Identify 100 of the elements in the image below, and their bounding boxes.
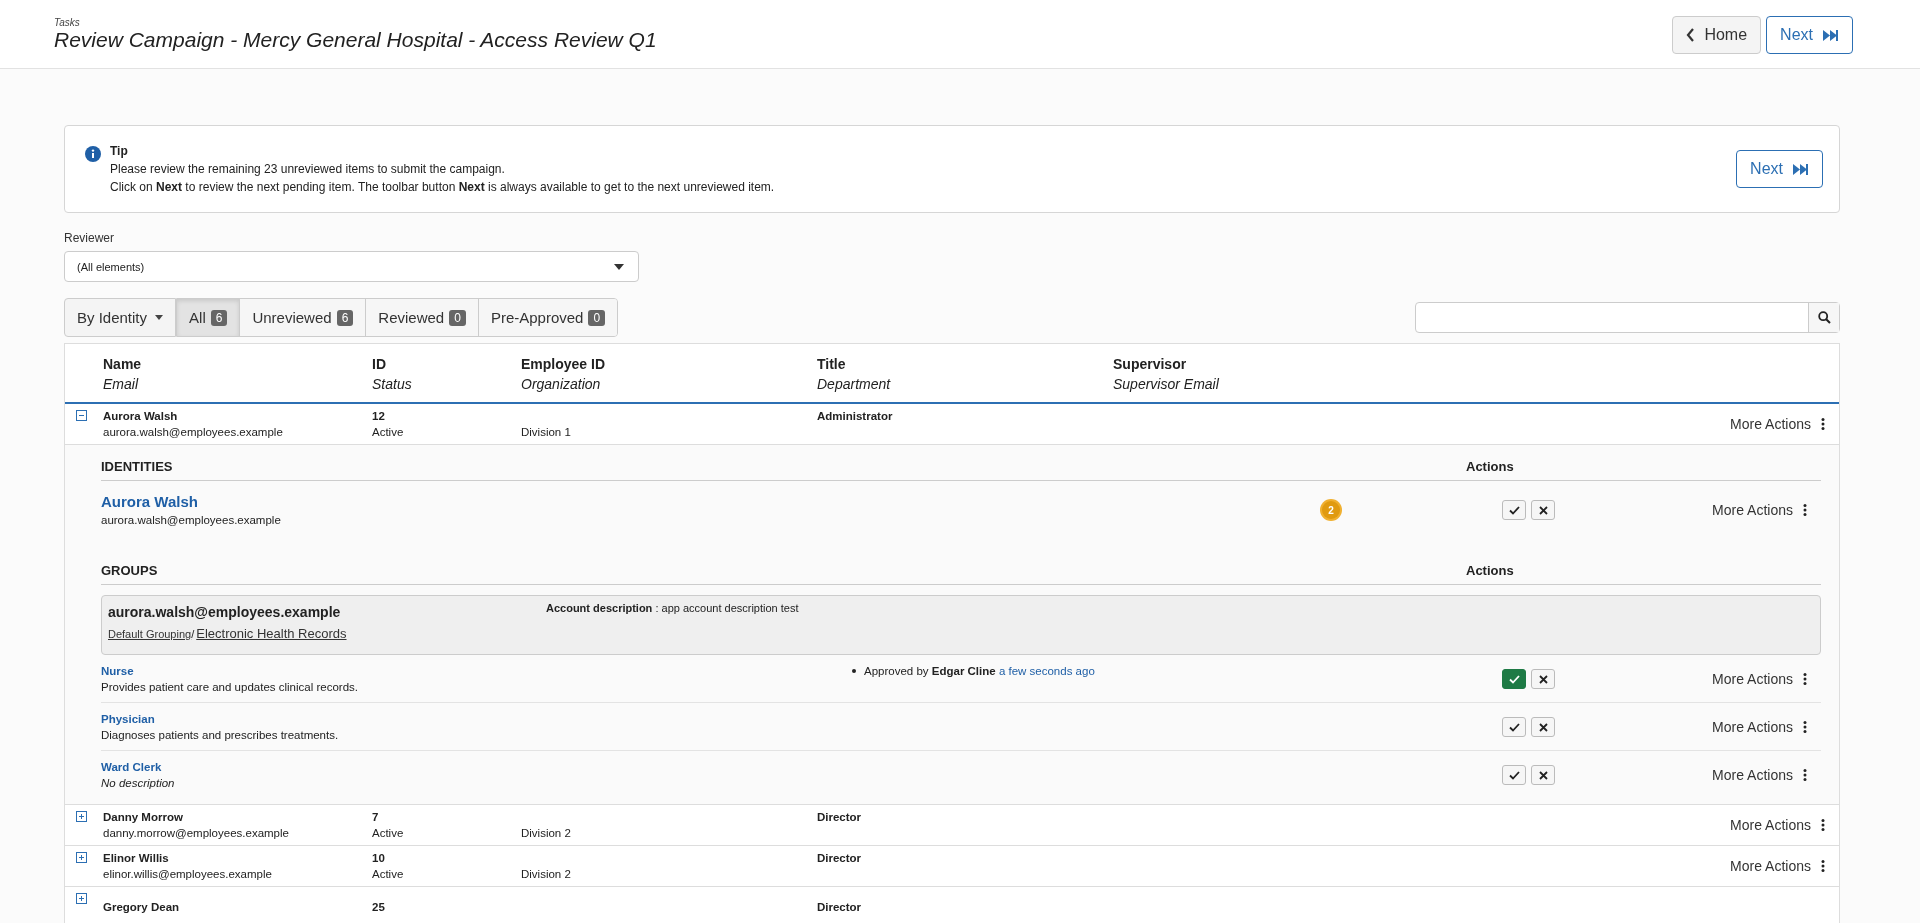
entitlement-description: Provides patient care and updates clinical records. xyxy=(101,680,359,695)
expand-icon[interactable] xyxy=(76,893,87,904)
tip-title: Tip xyxy=(110,143,129,160)
reject-button[interactable] xyxy=(1531,765,1556,785)
identity-status: Active xyxy=(372,424,405,440)
identity-name: Danny Morrow xyxy=(103,809,184,825)
identity-status: Active xyxy=(372,866,405,882)
check-icon xyxy=(1508,674,1520,684)
home-button[interactable]: Home xyxy=(1672,16,1762,54)
column-header: Title xyxy=(817,355,847,374)
kebab-icon xyxy=(1803,504,1807,516)
count-badge: 0 xyxy=(588,309,606,326)
reject-button[interactable] xyxy=(1531,717,1556,737)
column-subheader: Department xyxy=(817,375,892,394)
identity-name: Elinor Willis xyxy=(103,850,170,866)
column-subheader: Status xyxy=(372,375,413,394)
check-icon xyxy=(1508,722,1520,732)
approve-button[interactable] xyxy=(1502,500,1527,520)
identity-email: aurora.walsh@employees.example xyxy=(101,513,282,528)
column-subheader: Supervisor Email xyxy=(1113,375,1220,394)
filter-tab[interactable]: Reviewed 0 xyxy=(365,299,478,336)
entitlement-link[interactable]: Physician xyxy=(101,713,155,725)
column-subheader: Organization xyxy=(521,375,602,394)
count-badge: 6 xyxy=(336,309,354,326)
more-actions-button[interactable]: More Actions xyxy=(1730,816,1825,833)
caret-icon xyxy=(155,315,164,320)
close-icon xyxy=(1538,505,1548,515)
actions-heading: Actions xyxy=(1466,563,1515,578)
entitlement-description: Diagnoses patients and prescribes treatments. xyxy=(101,728,340,743)
reject-button[interactable] xyxy=(1531,500,1556,520)
identity-email: danny.morrow@employees.example xyxy=(103,825,290,841)
more-actions-button[interactable]: More Actions xyxy=(1730,415,1825,432)
identity-email: aurora.walsh@employees.example xyxy=(103,424,284,440)
account-description: : app account description test xyxy=(655,602,799,614)
column-header: Name xyxy=(103,355,143,374)
close-icon xyxy=(1538,674,1548,684)
expand-icon[interactable] xyxy=(76,852,87,863)
identity-link[interactable]: Aurora Walsh xyxy=(101,493,198,510)
more-actions-button[interactable]: More Actions xyxy=(1712,767,1807,783)
approve-button[interactable] xyxy=(1502,717,1527,737)
more-actions-button[interactable]: More Actions xyxy=(1712,719,1807,735)
kebab-icon xyxy=(1821,859,1825,872)
page-title: Review Campaign - Mercy General Hospital - Access Review Q1 xyxy=(54,28,657,52)
identity-organization: Division 1 xyxy=(521,424,572,440)
identity-name: Gregory Dean xyxy=(103,899,181,915)
fast-forward-icon xyxy=(1792,162,1809,176)
search-icon xyxy=(1817,311,1831,324)
more-actions-button[interactable]: More Actions xyxy=(1712,671,1807,687)
next-button[interactable]: Next xyxy=(1736,150,1823,188)
application-link[interactable]: Electronic Health Records xyxy=(196,626,347,641)
section-heading: GROUPS xyxy=(101,563,159,578)
caret-icon xyxy=(614,263,624,270)
close-icon xyxy=(1538,770,1548,780)
identity-email: elinor.willis@employees.example xyxy=(103,866,273,882)
reviewer-dropdown[interactable]: (All elements) xyxy=(64,251,639,282)
approval-note: Approved by Edgar Cline a few seconds ago xyxy=(864,664,1095,679)
entitlement-link[interactable]: Ward Clerk xyxy=(101,761,162,773)
reject-button[interactable] xyxy=(1531,669,1556,689)
expand-icon[interactable] xyxy=(76,811,87,822)
time-link[interactable]: a few seconds ago xyxy=(998,665,1095,677)
filter-tab[interactable]: Unreviewed 6 xyxy=(239,299,366,336)
close-icon xyxy=(1538,722,1548,732)
check-icon xyxy=(1508,505,1520,515)
identity-organization: Division 2 xyxy=(521,866,572,882)
kebab-icon xyxy=(1821,417,1825,430)
account-name: aurora.walsh@employees.example xyxy=(108,603,342,622)
count-badge: 6 xyxy=(210,309,228,326)
tip-text: Click on Next to review the next pending item. The toolbar button Next is always available to get to the next unreviewed item. xyxy=(110,179,776,196)
tip-text: Please review the remaining 23 unreviewed items to submit the campaign. xyxy=(110,161,506,178)
grouping-dropdown[interactable]: By Identity xyxy=(64,298,177,337)
more-actions-button[interactable]: More Actions xyxy=(1730,857,1825,874)
kebab-icon xyxy=(1803,721,1807,733)
grouping-link[interactable]: Default Grouping xyxy=(108,628,192,640)
next-button[interactable]: Next xyxy=(1766,16,1853,54)
search-field[interactable] xyxy=(1415,302,1840,333)
identity-id: 25 xyxy=(372,899,386,915)
column-header: Employee ID xyxy=(521,355,607,374)
entitlement-link[interactable]: Nurse xyxy=(101,665,134,677)
identity-title: Administrator xyxy=(817,408,894,424)
fast-forward-icon xyxy=(1822,28,1839,42)
chevron-left-icon xyxy=(1686,28,1696,42)
filter-tab[interactable]: All 6 xyxy=(177,299,240,336)
count-badge: 2 xyxy=(1322,501,1341,519)
breadcrumb: Tasks xyxy=(54,17,81,28)
reviewer-label: Reviewer xyxy=(64,231,115,245)
approve-button[interactable] xyxy=(1502,765,1527,785)
identity-organization: Division 2 xyxy=(521,825,572,841)
identity-id: 10 xyxy=(372,850,386,866)
identity-status: Active xyxy=(372,825,405,841)
more-actions-button[interactable]: More Actions xyxy=(1712,502,1807,518)
identity-name: Aurora Walsh xyxy=(103,408,179,424)
kebab-icon xyxy=(1803,769,1807,781)
collapse-icon[interactable] xyxy=(76,410,87,421)
column-subheader: Email xyxy=(103,375,140,394)
kebab-icon xyxy=(1803,673,1807,685)
kebab-icon xyxy=(1821,818,1825,831)
identity-id: 12 xyxy=(372,408,386,424)
filter-tab[interactable]: Pre-Approved 0 xyxy=(477,299,618,336)
search-button[interactable] xyxy=(1808,303,1839,332)
check-icon xyxy=(1508,770,1520,780)
